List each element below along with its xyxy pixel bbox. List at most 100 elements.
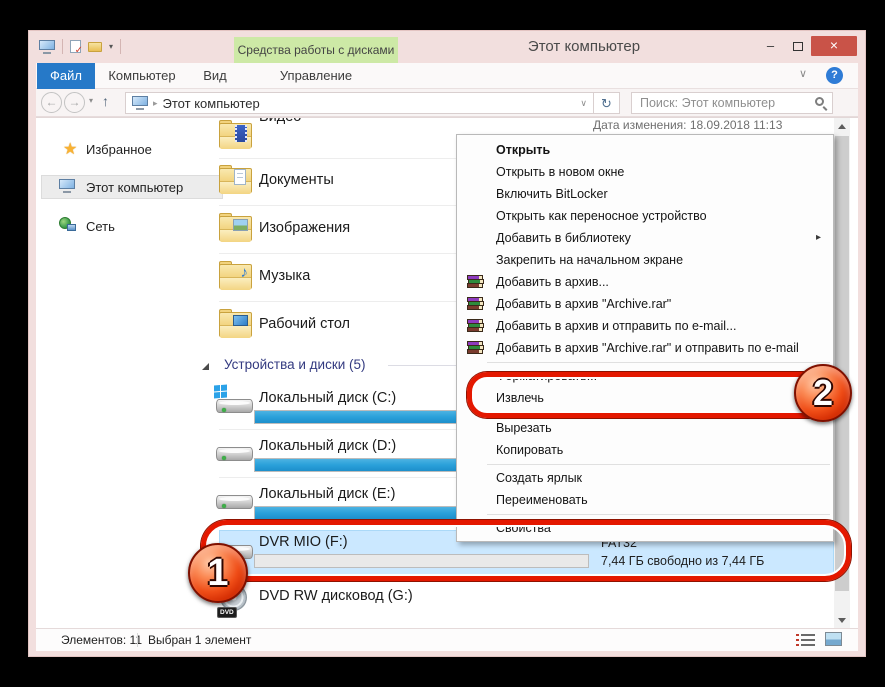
window-title: Этот компьютер (469, 38, 699, 55)
folder-icon-desktop (219, 309, 252, 339)
thumbnail-view-icon[interactable] (825, 632, 842, 646)
close-button[interactable]: × (811, 36, 857, 56)
menu-item-label: Добавить в архив "Archive.rar" (496, 297, 671, 311)
tab-manage[interactable]: Управление (234, 63, 398, 89)
ribbon-tab-row: Файл Компьютер Вид Управление ∨ ? (36, 63, 858, 89)
menu-item-label: Добавить в архив "Archive.rar" и отправи… (496, 341, 799, 355)
folder-row-documents[interactable]: Документы (259, 172, 334, 188)
folder-row-video[interactable]: Видео (259, 117, 301, 125)
group-collapse-icon[interactable] (202, 363, 209, 370)
check-icon: ✓ (75, 45, 83, 56)
sidebar-item-favorites[interactable]: Избранное (86, 142, 152, 157)
menu-item-copy[interactable]: Копировать (459, 439, 831, 461)
folder-row-desktop[interactable]: Рабочий стол (259, 316, 350, 332)
menu-item-label: Добавить в архив... (496, 275, 609, 289)
screenshot-background: ✓ ▾ Средства работы с дисками Этот компь… (0, 0, 885, 687)
toolbar-separator (62, 39, 63, 54)
title-bar: ✓ ▾ Средства работы с дисками Этот компь… (29, 31, 865, 63)
search-icon (815, 97, 824, 106)
items-count: Элементов: 11 (61, 633, 142, 647)
drive-icon-c (216, 387, 253, 417)
history-dropdown-icon[interactable]: ▾ (89, 96, 93, 105)
annotation-oval-eject (467, 372, 841, 418)
scroll-up-button[interactable] (834, 118, 850, 135)
ribbon-collapse-icon[interactable]: ∨ (799, 67, 807, 80)
menu-item-open-portable[interactable]: Открыть как переносное устройство (459, 205, 831, 227)
forward-button[interactable]: → (64, 92, 85, 113)
menu-item-archive-named-email[interactable]: Добавить в архив "Archive.rar" и отправи… (459, 337, 831, 359)
winrar-icon (467, 275, 483, 289)
folder-row-pictures[interactable]: Изображения (259, 220, 350, 236)
folder-icon-documents (219, 165, 252, 195)
date-modified-info: Дата изменения: 18.09.2018 11:13 (593, 118, 782, 132)
context-menu: Открыть Открыть в новом окне Включить Bi… (456, 134, 834, 542)
menu-item-cut[interactable]: Вырезать (459, 417, 831, 439)
search-input[interactable] (632, 93, 832, 113)
winrar-icon (467, 319, 483, 333)
window-controls: – × (757, 36, 857, 56)
menu-item-rename[interactable]: Переименовать (459, 489, 831, 511)
tab-file[interactable]: Файл (37, 63, 95, 89)
annotation-oval-drive (201, 520, 851, 581)
menu-item-pin-to-start[interactable]: Закрепить на начальном экране (459, 249, 831, 271)
drive-row-c[interactable]: Локальный диск (C:) (259, 390, 396, 406)
help-icon[interactable]: ? (826, 67, 843, 84)
computer-icon (132, 96, 148, 110)
computer-icon (59, 179, 75, 193)
folder-icon-pictures (219, 213, 252, 243)
properties-icon[interactable]: ✓ (70, 40, 81, 53)
dvd-badge: DVD (217, 607, 237, 618)
star-icon: ★ (63, 139, 77, 159)
maximize-icon (793, 42, 803, 51)
menu-item-add-to-archive[interactable]: Добавить в архив... (459, 271, 831, 293)
tab-computer[interactable]: Компьютер (95, 63, 189, 89)
network-icon (59, 217, 76, 231)
menu-item-label: Добавить в библиотеку (496, 231, 631, 245)
windows-logo-icon (214, 385, 227, 399)
minimize-button[interactable]: – (757, 36, 784, 56)
annotation-step-1: 1 (188, 543, 248, 603)
menu-separator (487, 464, 830, 465)
quick-access-toolbar: ✓ ▾ (39, 39, 121, 54)
maximize-button[interactable] (784, 36, 811, 56)
winrar-icon (467, 297, 483, 311)
drive-row-e[interactable]: Локальный диск (E:) (259, 486, 395, 502)
menu-separator (487, 514, 830, 515)
winrar-icon (467, 341, 483, 355)
back-button[interactable]: ← (41, 92, 62, 113)
details-view-icon[interactable] (801, 634, 815, 646)
search-box[interactable] (631, 92, 833, 114)
menu-item-open-new-window[interactable]: Открыть в новом окне (459, 161, 831, 183)
explorer-window: ✓ ▾ Средства работы с дисками Этот компь… (28, 30, 866, 657)
qat-dropdown-icon[interactable]: ▾ (109, 42, 113, 51)
menu-item-archive-email[interactable]: Добавить в архив и отправить по e-mail..… (459, 315, 831, 337)
folder-row-music[interactable]: Музыка (259, 268, 310, 284)
group-header[interactable]: Устройства и диски (5) (224, 357, 366, 372)
scroll-down-button[interactable] (834, 612, 850, 628)
annotation-step-2: 2 (794, 364, 852, 422)
refresh-button[interactable]: ↻ (594, 92, 620, 114)
contextual-tab-group-label: Средства работы с дисками (234, 37, 398, 63)
menu-item-add-to-library[interactable]: Добавить в библиотеку▸ (459, 227, 831, 249)
computer-icon (39, 40, 55, 54)
new-folder-icon[interactable] (88, 42, 102, 52)
selection-count: Выбран 1 элемент (148, 633, 251, 647)
menu-item-create-shortcut[interactable]: Создать ярлык (459, 467, 831, 489)
status-bar: Элементов: 11 Выбран 1 элемент (36, 628, 858, 651)
breadcrumb[interactable]: Этот компьютер (163, 96, 260, 111)
drive-row-d[interactable]: Локальный диск (D:) (259, 438, 396, 454)
drive-icon-d (216, 435, 253, 465)
music-note-icon: ♪ (241, 264, 249, 281)
up-button[interactable]: ↑ (102, 93, 109, 109)
menu-item-bitlocker[interactable]: Включить BitLocker (459, 183, 831, 205)
sidebar-item-network[interactable]: Сеть (86, 219, 115, 234)
breadcrumb-arrow-icon: ▸ (153, 98, 158, 109)
address-dropdown-icon[interactable]: ∨ (580, 98, 587, 109)
menu-item-add-to-archive-named[interactable]: Добавить в архив "Archive.rar" (459, 293, 831, 315)
address-bar[interactable]: ▸ Этот компьютер ∨ (125, 92, 594, 114)
menu-item-open[interactable]: Открыть (459, 139, 831, 161)
drive-row-g[interactable]: DVD RW дисковод (G:) (259, 588, 413, 604)
folder-icon-music: ♪ (219, 261, 252, 291)
toolbar-separator (120, 39, 121, 54)
sidebar-item-this-pc[interactable]: Этот компьютер (86, 180, 183, 195)
